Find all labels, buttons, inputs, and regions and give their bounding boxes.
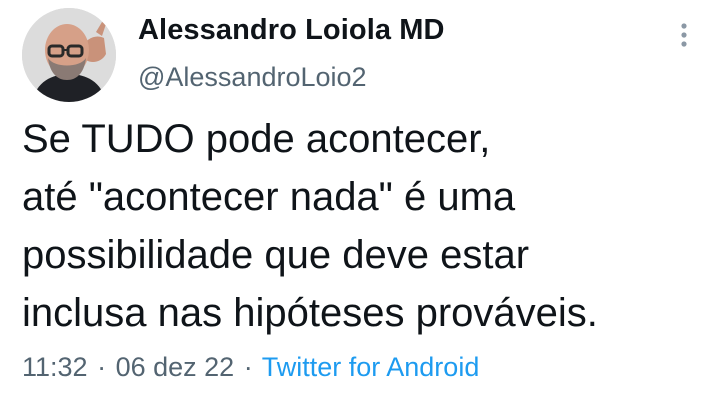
author-display-name[interactable]: Alessandro Loiola MD: [138, 14, 445, 47]
tweet-metadata: 11:32 · 06 dez 22 · Twitter for Android: [22, 352, 479, 383]
tweet-text: Se TUDO pode acontecer, até "acontecer n…: [22, 110, 702, 342]
tweet-source-link[interactable]: Twitter for Android: [262, 352, 480, 382]
tweet-text-line: inclusa nas hipóteses prováveis.: [22, 291, 598, 335]
tweet-time[interactable]: 11:32: [22, 352, 88, 382]
tweet-text-line: Se TUDO pode acontecer,: [22, 117, 491, 161]
author-handle[interactable]: @AlessandroLoio2: [138, 62, 367, 93]
tweet-text-line: até "acontecer nada" é uma: [22, 175, 516, 219]
tweet-text-line: possibilidade que deve estar: [22, 233, 530, 277]
avatar-image: [22, 8, 116, 102]
avatar[interactable]: [22, 8, 116, 102]
tweet-date[interactable]: 06 dez 22: [116, 352, 235, 382]
tweet-card: Alessandro Loiola MD @AlessandroLoio2 Se…: [0, 0, 720, 407]
meta-separator: ·: [243, 352, 253, 382]
more-options-icon[interactable]: [672, 20, 696, 50]
meta-separator: ·: [97, 352, 107, 382]
